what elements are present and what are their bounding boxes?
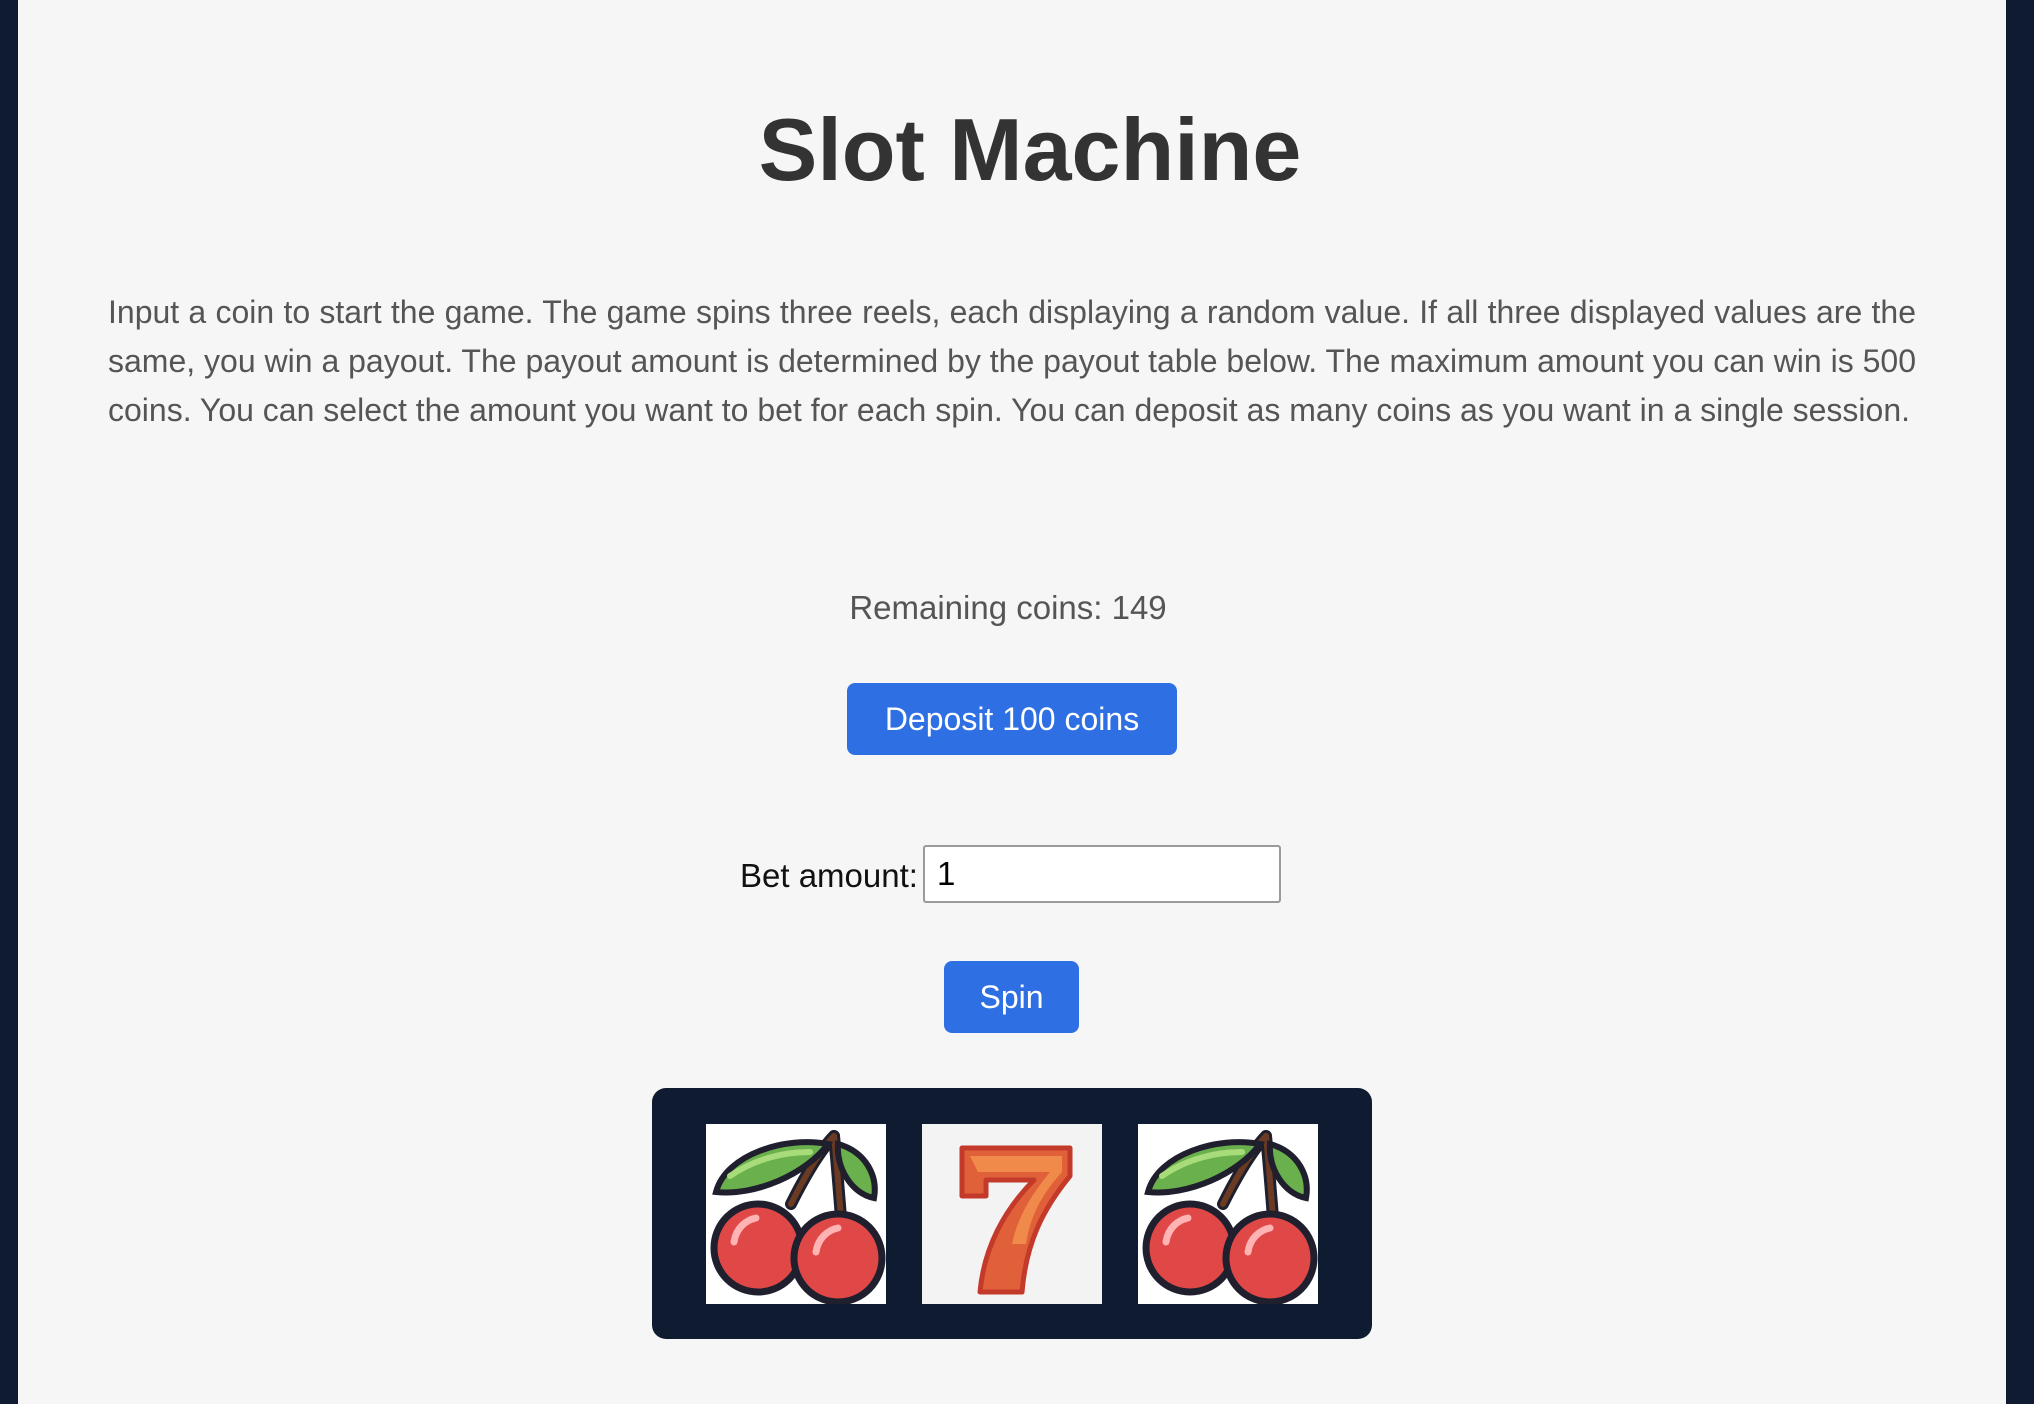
reel-1 (706, 1124, 886, 1304)
page: Slot Machine Input a coin to start the g… (18, 0, 2006, 1404)
reel-3 (1138, 1124, 1318, 1304)
bet-amount-input[interactable] (923, 845, 1281, 903)
game-description: Input a coin to start the game. The game… (108, 294, 1916, 428)
seven-icon (959, 1145, 1073, 1295)
spin-button[interactable]: Spin (944, 961, 1079, 1033)
bet-row: Bet amount: (18, 845, 1998, 907)
reels-panel (652, 1088, 1372, 1339)
cherry-icon (710, 1130, 886, 1304)
bet-amount-label: Bet amount: (740, 857, 918, 894)
cherry-icon (1142, 1130, 1318, 1304)
reel-2 (922, 1124, 1102, 1304)
page-title: Slot Machine (758, 100, 1302, 199)
remaining-coins: Remaining coins: 149 (849, 589, 1167, 626)
deposit-button[interactable]: Deposit 100 coins (847, 683, 1177, 755)
